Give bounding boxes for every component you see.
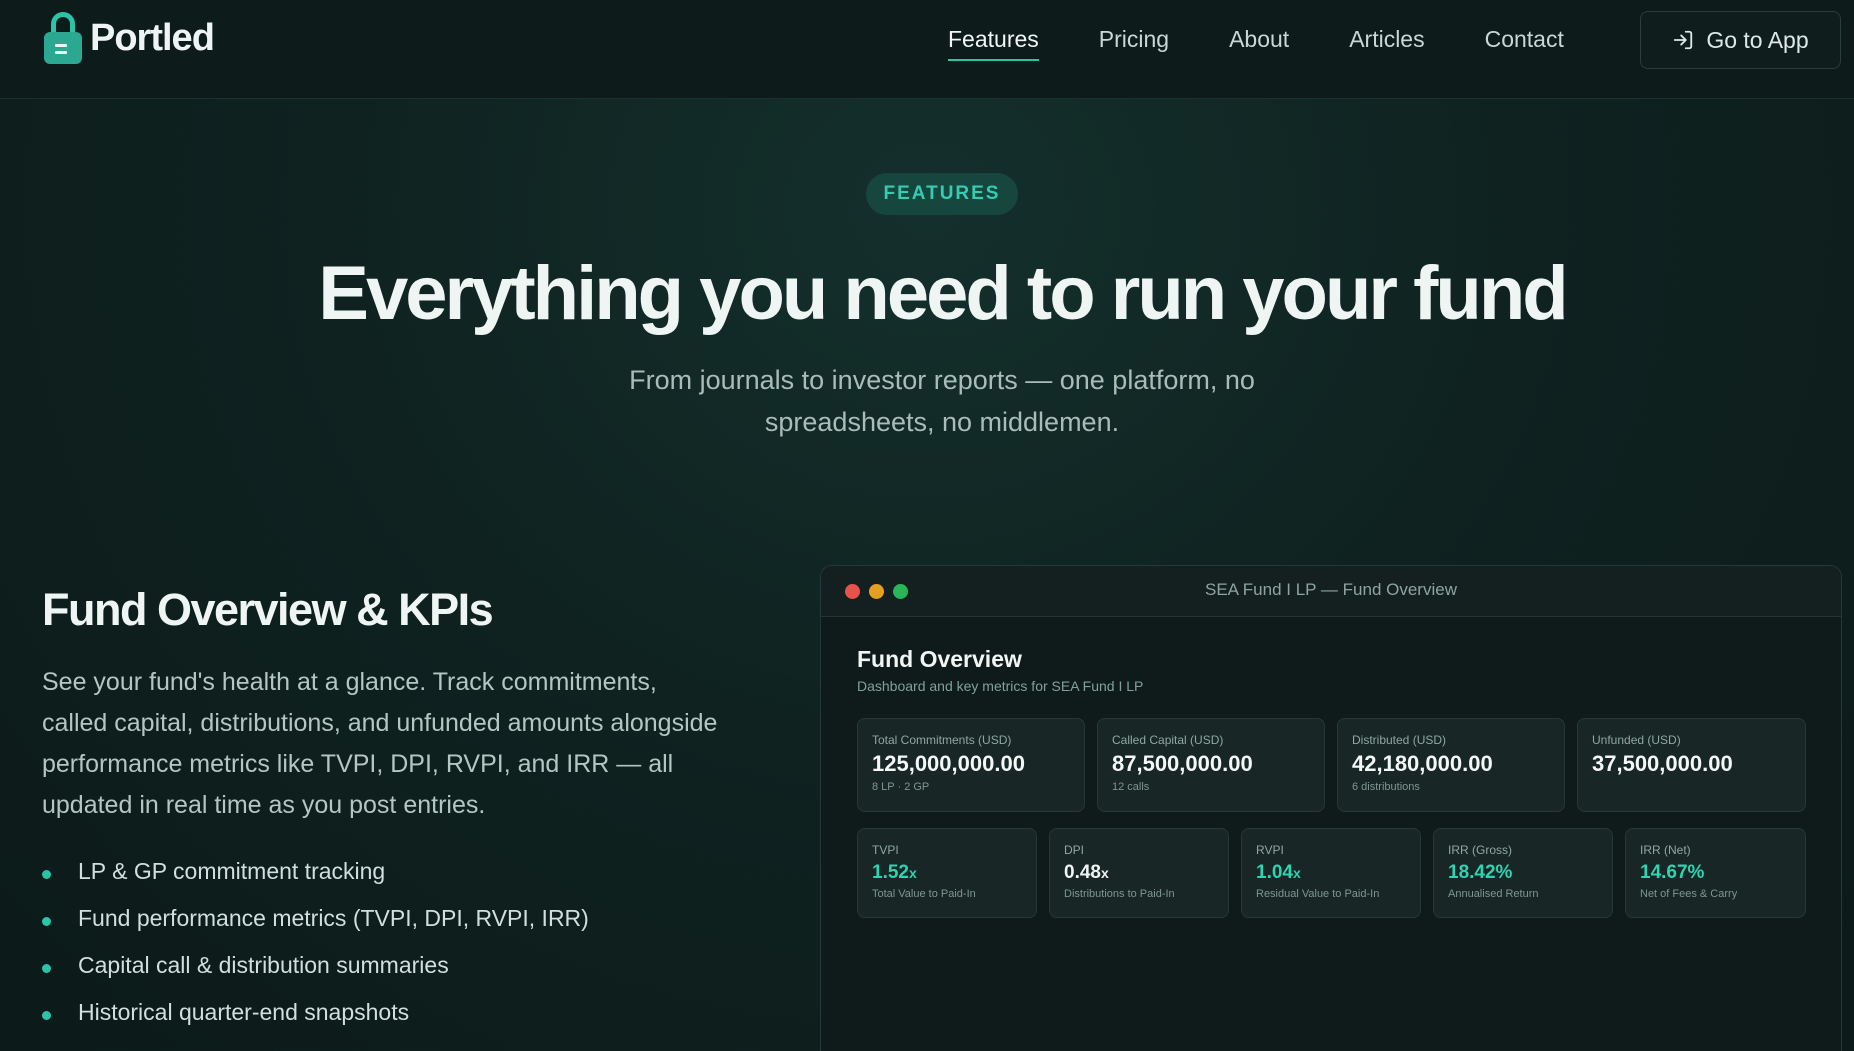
nav-link-articles[interactable]: Articles xyxy=(1349,26,1424,64)
lock-icon xyxy=(44,12,82,64)
window-title: SEA Fund I LP — Fund Overview xyxy=(1205,580,1457,599)
card-note: 6 distributions xyxy=(1352,781,1420,793)
feature-bullet: Historical quarter-end snapshots xyxy=(42,999,589,1046)
kpi-card-tvpi: TVPI 1.52x Total Value to Paid-In xyxy=(857,828,1037,918)
nav-link-pricing[interactable]: Pricing xyxy=(1099,26,1169,64)
kpi-value: 14.67% xyxy=(1640,862,1705,883)
card-note: Total Value to Paid-In xyxy=(872,888,976,900)
feature-bullet: Fund performance metrics (TVPI, DPI, RVP… xyxy=(42,905,589,952)
feature-list: LP & GP commitment tracking Fund perform… xyxy=(42,858,589,1046)
kpi-card-irr-gross: IRR (Gross) 18.42% Annualised Return xyxy=(1433,828,1613,918)
kpi-value: 1.52x xyxy=(872,862,917,883)
card-value: 87,500,000.00 xyxy=(1112,751,1253,776)
card-note: Net of Fees & Carry xyxy=(1640,888,1738,900)
card-label: TVPI xyxy=(872,843,899,857)
kpi-card-rvpi: RVPI 1.04x Residual Value to Paid-In xyxy=(1241,828,1421,918)
card-note: Distributions to Paid-In xyxy=(1064,888,1175,900)
kpi-card-irr-net: IRR (Net) 14.67% Net of Fees & Carry xyxy=(1625,828,1806,918)
card-note: Residual Value to Paid-In xyxy=(1256,888,1380,900)
top-nav: Portled Features Pricing About Articles … xyxy=(0,0,1854,99)
brand-name: Portled xyxy=(90,16,215,59)
app-page-title: Fund Overview xyxy=(857,646,1022,672)
card-label: Total Commitments (USD) xyxy=(872,733,1012,747)
app-page-subtitle: Dashboard and key metrics for SEA Fund I… xyxy=(857,678,1144,694)
card-label: Distributed (USD) xyxy=(1352,733,1447,747)
app-window-preview: SEA Fund I LP — Fund Overview Fund Overv… xyxy=(820,565,1842,1051)
nav-link-about[interactable]: About xyxy=(1229,26,1289,64)
card-label: Called Capital (USD) xyxy=(1112,733,1224,747)
summary-card-commitments: Total Commitments (USD) 125,000,000.00 8… xyxy=(857,718,1085,812)
card-note: 8 LP · 2 GP xyxy=(872,781,930,793)
hero-title: Everything you need to run your fund xyxy=(318,251,1568,336)
card-label: IRR (Gross) xyxy=(1448,843,1512,857)
window-titlebar: SEA Fund I LP — Fund Overview xyxy=(821,566,1841,617)
kpi-card-dpi: DPI 0.48x Distributions to Paid-In xyxy=(1049,828,1229,918)
card-label: DPI xyxy=(1064,843,1085,857)
go-to-app-button[interactable]: Go to App xyxy=(1640,11,1841,69)
feature-description: See your fund's health at a glance. Trac… xyxy=(42,668,718,819)
summary-card-distributed: Distributed (USD) 42,180,000.00 6 distri… xyxy=(1337,718,1565,812)
card-value: 42,180,000.00 xyxy=(1352,751,1493,776)
feature-bullet: Capital call & distribution summaries xyxy=(42,952,589,999)
kpi-value: 1.04x xyxy=(1256,862,1301,883)
go-to-app-label: Go to App xyxy=(1706,26,1809,53)
brand-logo[interactable]: Portled xyxy=(44,12,215,64)
features-pill: FEATURES xyxy=(866,173,1018,215)
card-label: RVPI xyxy=(1256,843,1284,857)
kpi-value: 18.42% xyxy=(1448,862,1513,883)
nav-link-contact[interactable]: Contact xyxy=(1485,26,1564,64)
card-note: Annualised Return xyxy=(1448,888,1539,900)
kpi-value: 0.48x xyxy=(1064,862,1109,883)
card-value: 37,500,000.00 xyxy=(1592,751,1733,776)
nav-link-features[interactable]: Features xyxy=(948,26,1039,64)
summary-card-called: Called Capital (USD) 87,500,000.00 12 ca… xyxy=(1097,718,1325,812)
sign-in-icon xyxy=(1674,30,1693,50)
card-label: Unfunded (USD) xyxy=(1592,733,1681,747)
feature-bullet: LP & GP commitment tracking xyxy=(42,858,589,905)
nav-links: Features Pricing About Articles Contact xyxy=(948,26,1624,64)
feature-title: Fund Overview & KPIs xyxy=(42,584,494,635)
hero-subtitle: From journals to investor reports — one … xyxy=(629,365,1255,437)
card-note: 12 calls xyxy=(1112,781,1150,793)
summary-card-unfunded: Unfunded (USD) 37,500,000.00 xyxy=(1577,718,1806,812)
card-value: 125,000,000.00 xyxy=(872,751,1025,776)
card-label: IRR (Net) xyxy=(1640,843,1691,857)
